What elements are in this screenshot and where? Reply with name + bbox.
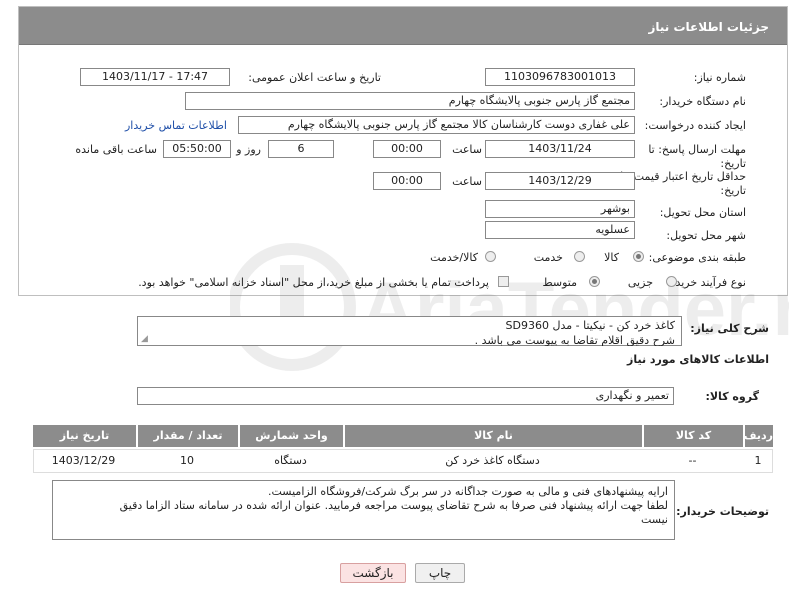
- buyer-notes-line-3: نیست: [641, 513, 668, 526]
- buyer-org-field: مجتمع گاز پارس جنوبی پالایشگاه چهارم: [185, 92, 635, 110]
- row-qty: 10: [180, 454, 194, 467]
- days-field: 6: [268, 140, 334, 158]
- col-header-date: تاریخ نیاز: [33, 425, 136, 447]
- category-radio-goods[interactable]: [633, 251, 644, 262]
- col-header-index: ردیف: [744, 425, 773, 447]
- process-label: نوع فرآیند خرید :: [668, 276, 746, 289]
- remaining-label: ساعت باقی مانده: [75, 143, 157, 156]
- category-option-goods-service: کالا/خدمت: [430, 251, 478, 264]
- announce-label: تاریخ و ساعت اعلان عمومی:: [248, 71, 381, 84]
- buyer-notes-line-1: ارایه پیشنهادهای فنی و مالی به صورت جداگ…: [268, 485, 668, 498]
- col-header-unit: واحد شمارش: [240, 425, 343, 447]
- creator-label: ایجاد کننده درخواست:: [644, 119, 746, 132]
- buyer-notes-label: توضیحات خریدار:: [676, 505, 769, 518]
- treasury-payment-checkbox[interactable]: [498, 276, 509, 287]
- process-option-minor: جزیی: [627, 276, 653, 289]
- treasury-payment-note: پرداخت تمام یا بخشی از مبلغ خرید،از محل …: [138, 276, 489, 289]
- process-radio-minor[interactable]: [666, 276, 677, 287]
- goods-section-title: اطلاعات کالاهای مورد نیاز: [627, 353, 769, 366]
- description-box: کاغذ خرد کن - نیکیتا - مدل SD9360 شرح دق…: [137, 316, 682, 346]
- col-header-name: نام کالا: [345, 425, 642, 447]
- panel-title: جزئیات اطلاعات نیاز: [648, 20, 769, 34]
- row-index: 1: [754, 454, 762, 467]
- back-button[interactable]: بازگشت: [340, 563, 406, 583]
- buyer-org-label: نام دستگاه خریدار:: [659, 95, 746, 108]
- remaining-time-field: 05:50:00: [163, 140, 231, 158]
- city-label: شهر محل تحویل:: [666, 229, 746, 242]
- category-label: طبقه بندی موضوعی:: [648, 251, 746, 264]
- row-unit: دستگاه: [274, 454, 307, 467]
- buyer-notes-line-2: لطفا جهت ارائه پیشنهاد فنی صرفا به شرح ت…: [119, 499, 668, 512]
- province-field: بوشهر: [485, 200, 635, 218]
- goods-group-label: گروه کالا:: [705, 390, 759, 403]
- col-header-qty: تعداد / مقدار: [138, 425, 238, 447]
- buyer-contact-link[interactable]: اطلاعات تماس خریدار: [125, 119, 227, 132]
- print-button[interactable]: چاپ: [415, 563, 465, 583]
- deadline-time-label: ساعت: [452, 143, 482, 156]
- row-date: 1403/12/29: [51, 454, 116, 467]
- table-row: 1 -- دستگاه کاغذ خرد کن دستگاه 10 1403/1…: [33, 449, 773, 473]
- need-number-label: شماره نیاز:: [693, 71, 746, 84]
- goods-group-field: تعمیر و نگهداری: [137, 387, 674, 405]
- process-radio-medium[interactable]: [589, 276, 600, 287]
- province-label: استان محل تحویل:: [659, 206, 746, 219]
- creator-field: علی غفاری دوست کارشناسان کالا مجتمع گاز …: [238, 116, 635, 134]
- validity-date-field: 1403/12/29: [485, 172, 635, 190]
- days-label: روز و: [236, 143, 261, 156]
- col-header-code: کد کالا: [644, 425, 743, 447]
- description-line-1: کاغذ خرد کن - نیکیتا - مدل SD9360: [505, 319, 675, 332]
- resize-grip-icon[interactable]: ◢: [141, 334, 148, 344]
- validity-time-label: ساعت: [452, 175, 482, 188]
- category-option-service: خدمت: [533, 251, 563, 264]
- validity-time-field: 00:00: [373, 172, 441, 190]
- category-radio-service[interactable]: [574, 251, 585, 262]
- description-label: شرح کلی نیاز:: [690, 322, 769, 335]
- deadline-label: مهلت ارسال پاسخ: تا تاریخ:: [648, 143, 746, 170]
- process-option-medium: متوسط: [542, 276, 577, 289]
- description-line-2: شرح دقیق اقلام تقاضا به پیوست می باشد .: [474, 334, 675, 346]
- category-option-goods: کالا: [604, 251, 619, 264]
- buyer-notes-box: ارایه پیشنهادهای فنی و مالی به صورت جداگ…: [52, 480, 675, 540]
- goods-table: ردیف کد کالا نام کالا واحد شمارش تعداد /…: [33, 425, 773, 475]
- deadline-date-field: 1403/11/24: [485, 140, 635, 158]
- row-name: دستگاه کاغذ خرد کن: [445, 454, 540, 467]
- deadline-time-field: 00:00: [373, 140, 441, 158]
- need-number-field: 1103096783001013: [485, 68, 635, 86]
- panel-header: جزئیات اطلاعات نیاز: [19, 7, 787, 45]
- row-code: --: [688, 454, 697, 467]
- city-field: عسلویه: [485, 221, 635, 239]
- announce-field: 1403/11/17 - 17:47: [80, 68, 230, 86]
- category-radio-goods-service[interactable]: [485, 251, 496, 262]
